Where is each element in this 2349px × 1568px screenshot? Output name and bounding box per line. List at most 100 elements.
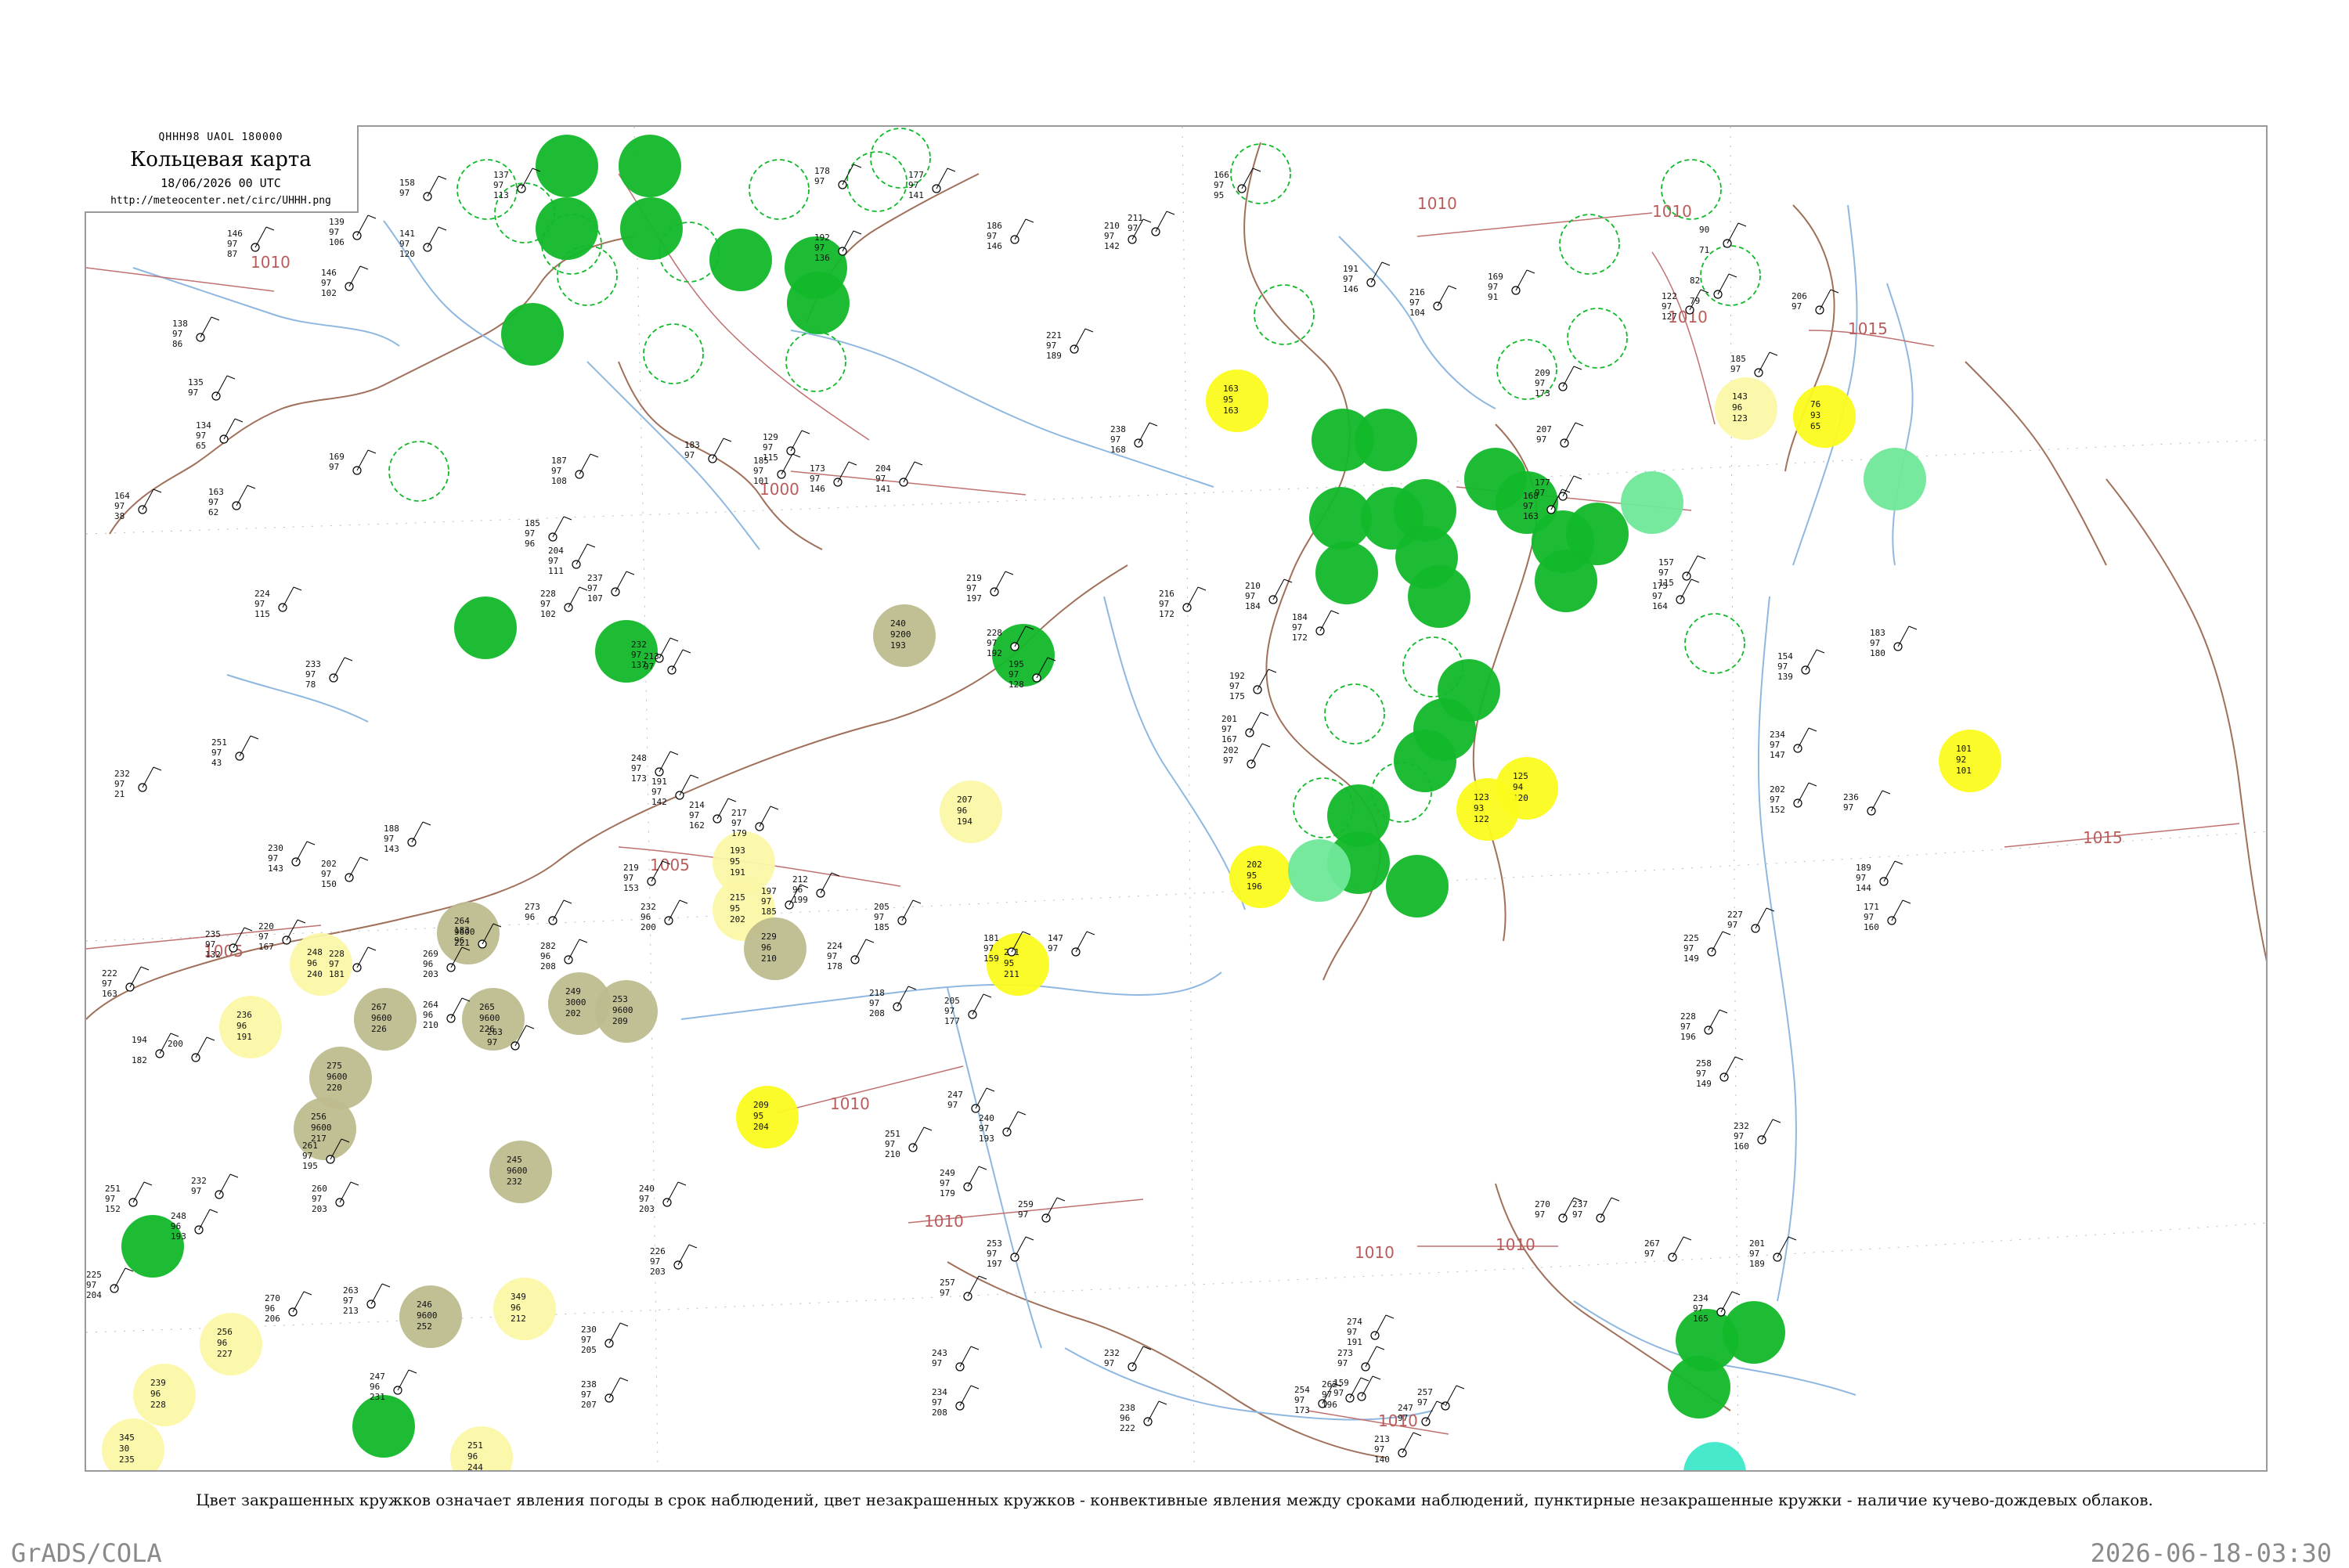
weather-circle[interactable]: 34530235	[102, 1418, 164, 1472]
station-plot[interactable]: 21097184	[1245, 579, 1293, 611]
station-plot[interactable]: 22497178	[827, 939, 875, 971]
station-plot[interactable]: 23497208	[932, 1385, 980, 1418]
weather-circle[interactable]	[1408, 565, 1470, 628]
weather-circle[interactable]: 20796194	[940, 780, 1002, 843]
station-plot[interactable]: 2519743	[211, 735, 259, 768]
station-plot[interactable]: 23797107	[587, 571, 635, 604]
station-plot[interactable]: 20797	[1536, 422, 1584, 448]
station-plot[interactable]: 20697	[1792, 289, 1839, 315]
station-plot[interactable]: 23896222	[1120, 1400, 1167, 1433]
station-plot[interactable]: 18797108	[551, 453, 599, 486]
station-plot[interactable]: 20497141	[875, 461, 923, 494]
station-plot[interactable]: 23497147	[1770, 727, 1817, 760]
weather-circle[interactable]: 23696191	[219, 996, 282, 1058]
weather-circle[interactable]	[1683, 1442, 1746, 1472]
station-plot[interactable]: 18497172	[1292, 610, 1340, 643]
station-plot[interactable]: 20597177	[944, 993, 992, 1026]
weather-circle[interactable]	[1621, 471, 1683, 534]
weather-circle[interactable]: 23996228	[133, 1364, 196, 1426]
station-plot[interactable]: 21697104	[1409, 285, 1457, 318]
station-plot[interactable]: 200	[168, 1036, 215, 1062]
station-plot[interactable]: 13997106	[329, 214, 377, 247]
station-plot[interactable]: 27096206	[265, 1291, 312, 1324]
station-plot[interactable]: 22597149	[1683, 931, 1731, 964]
station-plot[interactable]: 1389786	[172, 316, 220, 349]
weather-circle[interactable]	[1288, 839, 1351, 902]
station-plot[interactable]: 15497139	[1777, 649, 1825, 682]
station-plot[interactable]: 23297	[191, 1173, 239, 1199]
weather-circle[interactable]	[1723, 1301, 1785, 1364]
weather-circle[interactable]: 12393122	[1456, 778, 1519, 841]
station-plot[interactable]: 1699791	[1488, 269, 1535, 302]
station-plot[interactable]: 25897149	[1696, 1056, 1744, 1089]
weather-circle[interactable]: 10192101	[1939, 730, 2001, 792]
station-plot[interactable]: 17397146	[810, 461, 857, 494]
weather-circle[interactable]	[620, 197, 683, 260]
station-plot[interactable]: 27497191	[1347, 1314, 1395, 1347]
station-plot[interactable]: 23297160	[1734, 1119, 1781, 1152]
weather-circle[interactable]	[1864, 448, 1926, 510]
station-plot[interactable]: 25197152	[105, 1181, 153, 1214]
station-plot[interactable]: 23297	[1104, 1346, 1152, 1372]
station-plot[interactable]: 20297	[1223, 743, 1271, 769]
station-plot[interactable]: 12997115	[763, 430, 810, 463]
station-plot[interactable]: 18897143	[384, 821, 431, 854]
station-plot[interactable]: 21497162	[689, 798, 737, 831]
weather-circle[interactable]: 24896240	[290, 933, 352, 996]
station-plot[interactable]: 22197189	[1046, 328, 1094, 361]
station-plot[interactable]: 20997173	[1535, 366, 1582, 398]
station-plot[interactable]: 20297150	[321, 856, 369, 889]
station-plot[interactable]: 1669795	[1214, 168, 1261, 200]
station-plot[interactable]: 2329721	[114, 766, 162, 799]
station-plot[interactable]: 13597	[188, 375, 236, 401]
weather-circle[interactable]	[1668, 1356, 1730, 1418]
weather-circle[interactable]	[536, 197, 598, 260]
station-plot[interactable]: 1859796	[525, 516, 572, 549]
station-plot[interactable]: 26397213	[343, 1283, 391, 1316]
station-plot[interactable]: 1649738	[114, 488, 162, 521]
station-plot[interactable]: 14797	[1048, 931, 1095, 957]
station-plot[interactable]: 21697172	[1159, 586, 1207, 619]
station-plot[interactable]: 22897181	[329, 946, 377, 979]
weather-circle[interactable]: 25696227	[200, 1313, 262, 1375]
weather-circle[interactable]: 34996212	[493, 1278, 556, 1340]
weather-circle[interactable]: 2409200193	[873, 604, 936, 667]
station-plot[interactable]: 20497111	[548, 543, 596, 576]
station-plot[interactable]: 22597204	[86, 1267, 134, 1300]
weather-circle[interactable]: 2459600232	[489, 1141, 552, 1203]
station-plot[interactable]: 15897	[399, 175, 447, 201]
station-plot[interactable]: 24097193	[979, 1111, 1027, 1144]
weather-circle[interactable]	[1315, 542, 1378, 604]
station-plot[interactable]: 82 79	[1690, 273, 1737, 306]
station-plot[interactable]: 15797115	[1658, 555, 1706, 588]
station-plot[interactable]: 90 71	[1699, 222, 1747, 255]
weather-circle[interactable]	[1355, 409, 1417, 471]
station-plot[interactable]: 27397	[1337, 1346, 1385, 1372]
weather-circle[interactable]: 769365	[1793, 385, 1856, 448]
station-plot[interactable]: 18597	[1730, 351, 1778, 377]
station-plot[interactable]: 14697102	[321, 265, 369, 298]
station-plot[interactable]: 20197189	[1749, 1236, 1797, 1269]
weather-circle[interactable]: 22996210	[744, 917, 806, 980]
weather-circle[interactable]: 25196244	[450, 1426, 513, 1472]
station-plot[interactable]: 1639762	[208, 485, 256, 517]
weather-circle[interactable]	[454, 597, 517, 659]
station-plot[interactable]: 17797141	[908, 168, 956, 200]
station-plot[interactable]: 22897196	[1680, 1009, 1728, 1042]
station-plot[interactable]: 17897	[814, 164, 862, 189]
station-plot[interactable]: 21296199	[792, 872, 840, 905]
station-plot[interactable]: 22697203	[650, 1244, 698, 1277]
weather-circle[interactable]	[787, 272, 850, 334]
station-plot[interactable]: 22897102	[540, 586, 588, 619]
station-plot[interactable]: 19197146	[1343, 261, 1391, 294]
station-plot[interactable]: 18397180	[1870, 625, 1918, 658]
station-plot[interactable]: 26797	[1644, 1236, 1692, 1262]
station-plot[interactable]: 23097205	[581, 1322, 629, 1355]
station-plot[interactable]: 23897207	[581, 1377, 629, 1410]
station-plot[interactable]: 22797	[1727, 907, 1775, 933]
station-plot[interactable]: 20197167	[1221, 712, 1269, 744]
station-plot[interactable]: 23797	[1572, 1197, 1620, 1223]
station-plot[interactable]: 18397	[684, 438, 732, 463]
station-plot[interactable]: 25797	[1417, 1385, 1465, 1411]
map-url[interactable]: http://meteocenter.net/circ/UHHH.png	[85, 195, 357, 207]
